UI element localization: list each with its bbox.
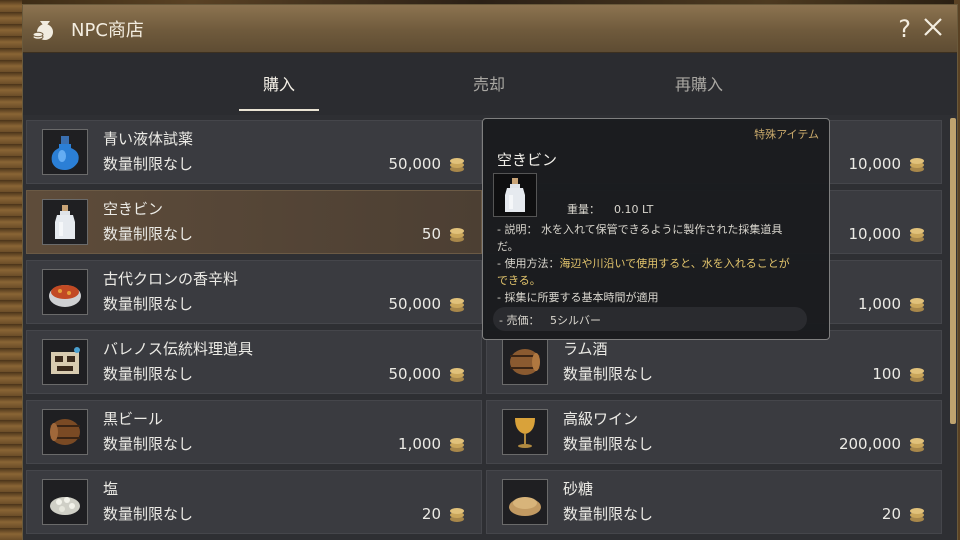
silver-coin-icon bbox=[450, 228, 464, 242]
tooltip-desc-line: - 説明： 水を入れて保管できるように製作された採集道具 bbox=[497, 223, 783, 236]
silver-coin-icon bbox=[450, 438, 464, 452]
list-item[interactable]: 古代クロンの香辛料 数量制限なし 50,000 bbox=[26, 260, 482, 324]
list-item[interactable]: 砂糖 数量制限なし 20 bbox=[486, 470, 942, 534]
item-price: 50,000 bbox=[388, 365, 442, 383]
window-title: NPC商店 bbox=[71, 19, 144, 41]
item-name: ラム酒 bbox=[563, 340, 608, 358]
item-limit: 数量制限なし bbox=[563, 435, 654, 453]
item-name: 砂糖 bbox=[563, 480, 594, 498]
item-limit: 数量制限なし bbox=[563, 505, 654, 523]
item-price: 1,000 bbox=[858, 295, 901, 313]
item-name: 黒ビール bbox=[103, 410, 164, 428]
rum-barrel-icon bbox=[502, 339, 548, 385]
silver-coin-icon bbox=[450, 508, 464, 522]
tooltip-sell-label: - 売価： bbox=[499, 314, 540, 327]
close-button[interactable] bbox=[919, 13, 947, 41]
background-left bbox=[0, 0, 22, 540]
tooltip-weight-value: 0.10 LT bbox=[614, 203, 654, 216]
item-limit: 数量制限なし bbox=[103, 365, 194, 383]
silver-coin-icon bbox=[910, 158, 924, 172]
item-price: 100 bbox=[872, 365, 901, 383]
item-price: 20 bbox=[881, 505, 901, 523]
list-item[interactable]: バレノス伝統料理道具 数量制限なし 50,000 bbox=[26, 330, 482, 394]
item-limit: 数量制限なし bbox=[103, 155, 194, 173]
tooltip-usage: - 使用方法：海辺や川沿いで使用すると、水を入れることが できる。 bbox=[497, 255, 819, 289]
list-item[interactable]: 青い液体試薬 数量制限なし 50,000 bbox=[26, 120, 482, 184]
item-price: 10,000 bbox=[848, 225, 902, 243]
tooltip-gather-time: - 採集に所要する基本時間が適用 bbox=[497, 291, 659, 304]
blue-potion-icon bbox=[42, 129, 88, 175]
item-name: 空きビン bbox=[103, 200, 164, 218]
silver-coin-icon bbox=[910, 438, 924, 452]
tooltip-desc-line: だ。 bbox=[497, 240, 519, 253]
tooltip-sell-price: - 売価： 5シルバー bbox=[493, 307, 807, 331]
empty-bottle-icon bbox=[493, 173, 537, 217]
tab-buy[interactable]: 購入 bbox=[239, 71, 319, 95]
silver-coin-icon bbox=[450, 368, 464, 382]
list-item[interactable]: 黒ビール 数量制限なし 1,000 bbox=[26, 400, 482, 464]
tooltip-usage-text: 海辺や川沿いで使用すると、水を入れることが bbox=[559, 257, 790, 270]
item-price: 50,000 bbox=[388, 155, 442, 173]
item-name: 高級ワイン bbox=[563, 410, 639, 428]
salt-icon bbox=[42, 479, 88, 525]
title-bar[interactable]: NPC商店 ? bbox=[23, 5, 957, 53]
silver-coin-icon bbox=[910, 508, 924, 522]
wine-glass-icon bbox=[502, 409, 548, 455]
item-limit: 数量制限なし bbox=[103, 435, 194, 453]
tooltip-category: 特殊アイテム bbox=[754, 128, 819, 141]
tab-sell[interactable]: 売却 bbox=[449, 71, 529, 95]
list-item-selected[interactable]: 空きビン 数量制限なし 50 bbox=[26, 190, 482, 254]
item-limit: 数量制限なし bbox=[103, 225, 194, 243]
silver-coin-icon bbox=[910, 228, 924, 242]
tooltip-item-name: 空きビン bbox=[497, 151, 558, 169]
tab-bar: 購入 売却 再購入 bbox=[23, 53, 957, 115]
tooltip-weight: 重量： 0.10 LT bbox=[567, 201, 653, 217]
scrollbar[interactable] bbox=[950, 118, 956, 424]
active-tab-underline bbox=[239, 109, 319, 111]
help-button[interactable]: ? bbox=[898, 15, 911, 43]
tab-rebuy[interactable]: 再購入 bbox=[659, 71, 739, 95]
item-price: 1,000 bbox=[398, 435, 441, 453]
item-name: バレノス伝統料理道具 bbox=[103, 340, 254, 358]
item-price: 50,000 bbox=[388, 295, 442, 313]
tooltip-sell-value: 5シルバー bbox=[549, 314, 601, 327]
item-limit: 数量制限なし bbox=[103, 295, 194, 313]
empty-bottle-icon bbox=[42, 199, 88, 245]
sugar-icon bbox=[502, 479, 548, 525]
item-limit: 数量制限なし bbox=[103, 505, 194, 523]
tooltip-description: - 説明： 水を入れて保管できるように製作された採集道具 だ。 bbox=[497, 221, 819, 255]
close-icon bbox=[924, 18, 942, 36]
silver-coin-icon bbox=[910, 298, 924, 312]
tooltip-usage-line: できる。 bbox=[497, 274, 541, 287]
list-item[interactable]: 高級ワイン 数量制限なし 200,000 bbox=[486, 400, 942, 464]
tooltip-usage-prefix: - 使用方法： bbox=[497, 257, 560, 270]
item-tooltip: 特殊アイテム 空きビン 重量： 0.10 LT - 説明： 水を入れて保管できる… bbox=[482, 118, 830, 340]
tooltip-weight-label: 重量： bbox=[567, 203, 600, 216]
item-price: 20 bbox=[421, 505, 441, 523]
tooltip-usage-line: - 使用方法：海辺や川沿いで使用すると、水を入れることが bbox=[497, 255, 819, 272]
item-name: 古代クロンの香辛料 bbox=[103, 270, 239, 288]
money-bag-icon bbox=[31, 15, 59, 43]
silver-coin-icon bbox=[450, 158, 464, 172]
item-name: 青い液体試薬 bbox=[103, 130, 194, 148]
list-item[interactable]: 塩 数量制限なし 20 bbox=[26, 470, 482, 534]
item-name: 塩 bbox=[103, 480, 119, 498]
item-limit: 数量制限なし bbox=[563, 365, 654, 383]
item-price: 50 bbox=[421, 225, 441, 243]
cooking-utensil-icon bbox=[42, 339, 88, 385]
item-price: 200,000 bbox=[838, 435, 901, 453]
beer-barrel-icon bbox=[42, 409, 88, 455]
silver-coin-icon bbox=[910, 368, 924, 382]
spice-bowl-icon bbox=[42, 269, 88, 315]
silver-coin-icon bbox=[450, 298, 464, 312]
item-price: 10,000 bbox=[848, 155, 902, 173]
